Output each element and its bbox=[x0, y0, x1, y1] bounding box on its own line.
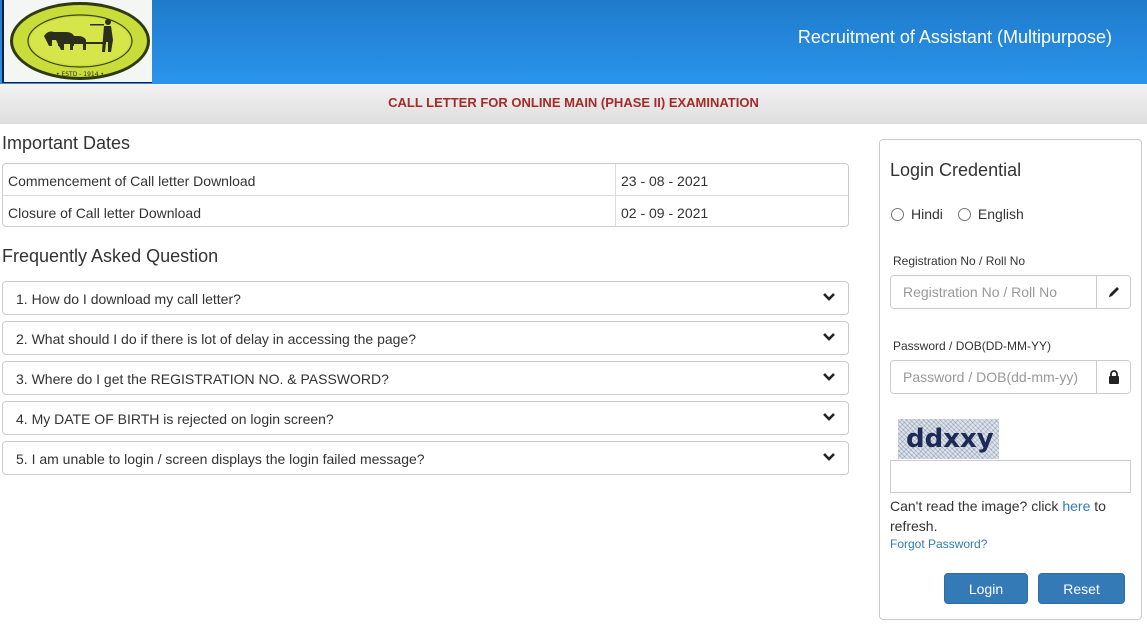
table-row: Commencement of Call letter Download 23 … bbox=[3, 164, 848, 195]
captcha-refresh-link[interactable]: here bbox=[1062, 498, 1090, 514]
radio-label-hindi: Hindi bbox=[911, 206, 943, 222]
captcha-refresh-text: Can't read the image? click here to refr… bbox=[890, 496, 1135, 536]
date-value: 23 - 08 - 2021 bbox=[621, 173, 709, 189]
page-header: • ESTD - 1914 • Recruitment of Assistant… bbox=[0, 0, 1147, 84]
recruitment-title: Recruitment of Assistant (Multipurpose) bbox=[797, 27, 1112, 47]
refresh-prefix: Can't read the image? click bbox=[890, 498, 1063, 514]
radio-english[interactable] bbox=[957, 207, 971, 221]
faq-question: 3. Where do I get the REGISTRATION NO. &… bbox=[16, 371, 389, 387]
pencil-icon bbox=[1096, 276, 1130, 308]
faq-question: 2. What should I do if there is lot of d… bbox=[16, 331, 417, 347]
language-radio-group: Hindi English bbox=[891, 206, 1039, 222]
subheader-bar: CALL LETTER FOR ONLINE MAIN (PHASE II) E… bbox=[0, 84, 1147, 124]
lock-icon bbox=[1096, 361, 1130, 393]
faq-heading: Frequently Asked Question bbox=[2, 246, 219, 266]
important-dates-table: Commencement of Call letter Download 23 … bbox=[2, 163, 849, 227]
faq-question: 5. I am unable to login / screen display… bbox=[16, 451, 425, 467]
faq-item[interactable]: 3. Where do I get the REGISTRATION NO. &… bbox=[2, 361, 849, 395]
date-label: Commencement of Call letter Download bbox=[3, 164, 616, 195]
registration-input-group bbox=[890, 275, 1131, 309]
login-panel: Login Credential Hindi English Registrat… bbox=[879, 139, 1142, 620]
password-input[interactable] bbox=[891, 361, 1096, 393]
faq-item[interactable]: 4. My DATE OF BIRTH is rejected on login… bbox=[2, 401, 849, 435]
chevron-down-icon bbox=[823, 293, 835, 301]
radio-hindi[interactable] bbox=[891, 207, 904, 221]
password-input-group bbox=[890, 360, 1131, 394]
bank-logo-icon: • ESTD - 1914 • bbox=[10, 2, 150, 80]
table-row: Closure of Call letter Download 02 - 09 … bbox=[3, 195, 848, 226]
faq-item[interactable]: 2. What should I do if there is lot of d… bbox=[2, 321, 849, 355]
radio-label-english: English bbox=[977, 206, 1024, 222]
registration-input[interactable] bbox=[891, 276, 1096, 308]
chevron-down-icon bbox=[823, 373, 835, 381]
faq-question: 1. How do I download my call letter? bbox=[16, 291, 241, 307]
login-button[interactable]: Login bbox=[944, 573, 1028, 604]
captcha-image: ddxxy bbox=[898, 419, 999, 459]
reset-button[interactable]: Reset bbox=[1038, 573, 1125, 604]
password-label: Password / DOB(DD-MM-YY) bbox=[893, 339, 1052, 353]
call-letter-title: CALL LETTER FOR ONLINE MAIN (PHASE II) E… bbox=[388, 95, 759, 110]
important-dates-heading: Important Dates bbox=[2, 133, 131, 153]
forgot-password-link[interactable]: Forgot Password? bbox=[890, 537, 987, 551]
login-credential-title: Login Credential bbox=[890, 160, 1022, 180]
faq-item[interactable]: 1. How do I download my call letter? bbox=[2, 281, 849, 315]
chevron-down-icon bbox=[823, 333, 835, 341]
faq-question: 4. My DATE OF BIRTH is rejected on login… bbox=[16, 411, 334, 427]
bank-logo: • ESTD - 1914 • bbox=[2, 0, 152, 83]
chevron-down-icon bbox=[823, 413, 835, 421]
svg-text:• ESTD - 1914 •: • ESTD - 1914 • bbox=[56, 71, 104, 78]
faq-item[interactable]: 5. I am unable to login / screen display… bbox=[2, 441, 849, 475]
captcha-input[interactable] bbox=[890, 460, 1131, 493]
date-value: 02 - 09 - 2021 bbox=[621, 205, 709, 221]
date-label: Closure of Call letter Download bbox=[3, 196, 616, 226]
registration-label: Registration No / Roll No bbox=[893, 254, 1026, 268]
chevron-down-icon bbox=[823, 453, 835, 461]
